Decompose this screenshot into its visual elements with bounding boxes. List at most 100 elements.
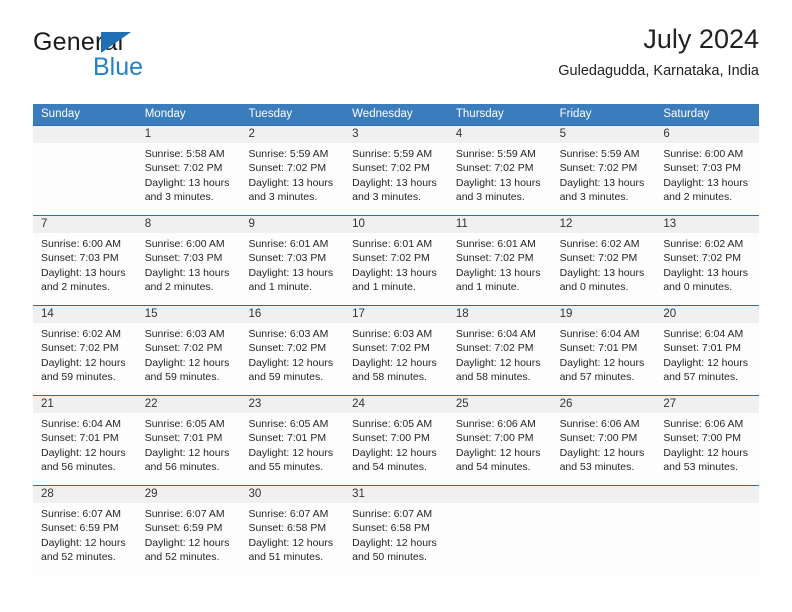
day-number[interactable]: 19 [552,306,656,323]
sunrise-text: Sunrise: 6:02 AM [663,238,744,250]
daylight-text-line2: and 59 minutes. [41,371,116,384]
sunset-text: Sunset: 6:58 PM [248,522,327,535]
day-number[interactable]: 7 [33,216,137,233]
day-number[interactable]: 27 [655,396,759,413]
day-cell[interactable]: Sunrise: 6:04 AM Sunset: 7:01 PM Dayligh… [33,413,137,485]
day-cell[interactable]: Sunrise: 6:03 AM Sunset: 7:02 PM Dayligh… [240,323,344,395]
day-number[interactable]: 25 [448,396,552,413]
day-cell[interactable]: Sunrise: 6:02 AM Sunset: 7:02 PM Dayligh… [552,233,656,305]
day-number[interactable]: 26 [552,396,656,413]
day-number[interactable]: 14 [33,306,137,323]
day-number[interactable]: 22 [137,396,241,413]
sunset-text: Sunset: 7:00 PM [352,432,430,445]
day-number[interactable]: 10 [344,216,448,233]
day-number[interactable]: 28 [33,486,137,503]
day-number[interactable]: 12 [552,216,656,233]
day-number[interactable] [448,486,552,503]
day-cell[interactable]: Sunrise: 5:59 AM Sunset: 7:02 PM Dayligh… [448,143,552,215]
week-daynumber-band: 21 22 23 24 25 26 27 [33,396,759,413]
day-number[interactable]: 23 [240,396,344,413]
day-cell[interactable]: Sunrise: 6:06 AM Sunset: 7:00 PM Dayligh… [448,413,552,485]
day-number[interactable]: 9 [240,216,344,233]
day-cell[interactable] [552,503,656,575]
daylight-text-line1: Daylight: 12 hours [455,356,541,369]
day-number[interactable] [552,486,656,503]
sunrise-text: Sunrise: 6:00 AM [41,238,121,250]
day-number[interactable]: 3 [344,126,448,143]
daylight-text-line2: and 58 minutes. [352,371,427,384]
day-cell[interactable] [655,503,759,575]
daylight-text-line1: Daylight: 13 hours [559,266,645,279]
daylight-text-line1: Daylight: 12 hours [352,356,437,369]
day-cell[interactable]: Sunrise: 6:05 AM Sunset: 7:01 PM Dayligh… [240,413,344,485]
day-number[interactable]: 5 [552,126,656,143]
daylight-text-line1: Daylight: 13 hours [144,176,230,189]
day-cell[interactable] [448,503,552,575]
sunset-text: Sunset: 7:02 PM [455,162,534,175]
day-cell[interactable]: Sunrise: 6:01 AM Sunset: 7:03 PM Dayligh… [240,233,344,305]
day-number[interactable]: 29 [137,486,241,503]
day-cell[interactable]: Sunrise: 6:07 AM Sunset: 6:58 PM Dayligh… [240,503,344,575]
day-cell[interactable]: Sunrise: 6:06 AM Sunset: 7:00 PM Dayligh… [655,413,759,485]
day-cell[interactable]: Sunrise: 6:00 AM Sunset: 7:03 PM Dayligh… [137,233,241,305]
daylight-text-line2: and 3 minutes. [144,191,214,204]
day-cell[interactable]: Sunrise: 6:00 AM Sunset: 7:03 PM Dayligh… [33,233,137,305]
day-number[interactable]: 24 [344,396,448,413]
day-number[interactable]: 15 [137,306,241,323]
daylight-text-line2: and 59 minutes. [144,371,220,384]
sunrise-text: Sunrise: 6:07 AM [352,508,433,520]
sunrise-text: Sunrise: 6:07 AM [144,508,225,520]
day-number[interactable]: 13 [655,216,759,233]
day-cell[interactable]: Sunrise: 5:58 AM Sunset: 7:02 PM Dayligh… [137,143,241,215]
day-cell[interactable]: Sunrise: 5:59 AM Sunset: 7:02 PM Dayligh… [344,143,448,215]
day-cell[interactable]: Sunrise: 6:07 AM Sunset: 6:58 PM Dayligh… [344,503,448,575]
daylight-text-line2: and 3 minutes. [248,191,318,204]
day-number[interactable]: 21 [33,396,137,413]
day-cell[interactable]: Sunrise: 6:03 AM Sunset: 7:02 PM Dayligh… [344,323,448,395]
day-cell[interactable]: Sunrise: 5:59 AM Sunset: 7:02 PM Dayligh… [552,143,656,215]
day-cell[interactable]: Sunrise: 6:04 AM Sunset: 7:01 PM Dayligh… [552,323,656,395]
calendar-week-row: 14 15 16 17 18 19 20 Sunrise: 6:02 AM Su… [33,305,759,395]
daylight-text-line1: Daylight: 12 hours [41,536,126,549]
day-cell[interactable]: Sunrise: 5:59 AM Sunset: 7:02 PM Dayligh… [240,143,344,215]
daylight-text-line1: Daylight: 12 hours [41,356,126,369]
day-cell[interactable]: Sunrise: 6:01 AM Sunset: 7:02 PM Dayligh… [344,233,448,305]
day-cell[interactable]: Sunrise: 6:01 AM Sunset: 7:02 PM Dayligh… [448,233,552,305]
daylight-text-line1: Daylight: 12 hours [352,536,437,549]
day-cell[interactable]: Sunrise: 6:03 AM Sunset: 7:02 PM Dayligh… [137,323,241,395]
day-cell[interactable]: Sunrise: 6:05 AM Sunset: 7:00 PM Dayligh… [344,413,448,485]
day-cell[interactable]: Sunrise: 6:07 AM Sunset: 6:59 PM Dayligh… [137,503,241,575]
day-cell[interactable]: Sunrise: 6:04 AM Sunset: 7:01 PM Dayligh… [655,323,759,395]
day-number[interactable]: 4 [448,126,552,143]
sunrise-text: Sunrise: 6:03 AM [144,328,225,340]
day-number[interactable]: 31 [344,486,448,503]
day-cell[interactable]: Sunrise: 6:05 AM Sunset: 7:01 PM Dayligh… [137,413,241,485]
day-number[interactable]: 6 [655,126,759,143]
day-cell[interactable]: Sunrise: 6:02 AM Sunset: 7:02 PM Dayligh… [655,233,759,305]
day-cell[interactable]: Sunrise: 6:06 AM Sunset: 7:00 PM Dayligh… [552,413,656,485]
sunset-text: Sunset: 6:59 PM [41,522,119,535]
day-number[interactable]: 18 [448,306,552,323]
day-number[interactable]: 30 [240,486,344,503]
day-cell[interactable]: Sunrise: 6:02 AM Sunset: 7:02 PM Dayligh… [33,323,137,395]
day-number[interactable] [33,126,137,143]
brand-name-blue: Blue [93,53,144,81]
day-number[interactable]: 2 [240,126,344,143]
day-cell[interactable] [33,143,137,215]
day-number[interactable]: 8 [137,216,241,233]
calendar-grid: Sunday Monday Tuesday Wednesday Thursday… [33,104,759,575]
day-cell[interactable]: Sunrise: 6:04 AM Sunset: 7:02 PM Dayligh… [448,323,552,395]
sunset-text: Sunset: 7:02 PM [144,342,223,355]
daylight-text-line1: Daylight: 12 hours [41,446,126,459]
weekday-header-friday: Friday [559,108,592,120]
day-number[interactable]: 20 [655,306,759,323]
day-number[interactable]: 1 [137,126,241,143]
day-number[interactable]: 11 [448,216,552,233]
day-number[interactable]: 17 [344,306,448,323]
day-number[interactable] [655,486,759,503]
day-number[interactable]: 16 [240,306,344,323]
daylight-text-line2: and 53 minutes. [663,461,739,474]
day-cell[interactable]: Sunrise: 6:00 AM Sunset: 7:03 PM Dayligh… [655,143,759,215]
day-cell[interactable]: Sunrise: 6:07 AM Sunset: 6:59 PM Dayligh… [33,503,137,575]
week-detail-row: Sunrise: 6:02 AM Sunset: 7:02 PM Dayligh… [33,323,759,395]
